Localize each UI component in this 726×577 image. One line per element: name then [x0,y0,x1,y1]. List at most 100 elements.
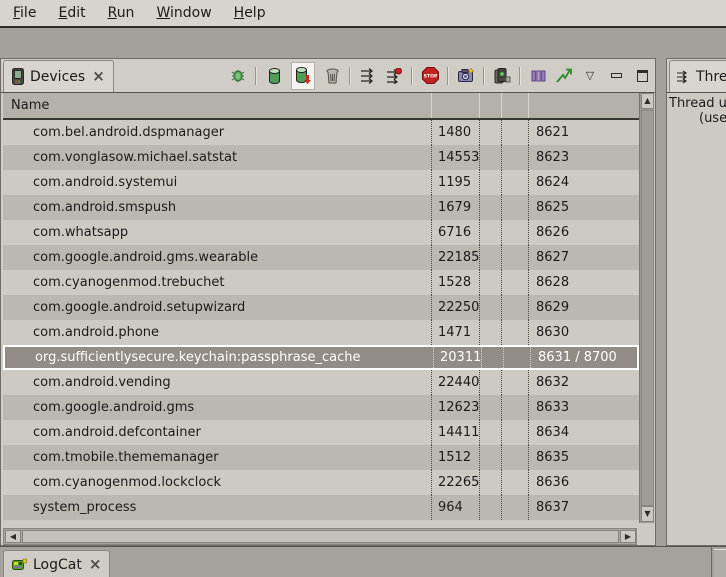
start-method-profiling-icon[interactable] [385,67,403,85]
table-row[interactable]: com.android.systemui11958624 [3,170,639,195]
minimize-icon[interactable] [607,67,625,85]
debug-icon[interactable] [229,67,247,85]
table-row[interactable]: com.android.defcontainer144118634 [3,420,639,445]
column-header-pid[interactable] [431,93,479,118]
menu-item-window[interactable]: Window [145,2,222,24]
cell-c4 [501,220,528,245]
cell-c4 [501,120,528,145]
table-row[interactable]: com.android.phone14718630 [3,320,639,345]
menu-item-file[interactable]: File [2,2,47,24]
horizontal-scrollbar-thumb[interactable] [22,530,619,543]
cell-c3 [479,270,501,295]
menu-item-run[interactable]: Run [97,2,146,24]
cell-pid: 12623 [431,395,479,420]
tab-devices[interactable]: Devices × [3,60,114,92]
table-row[interactable]: com.google.android.gms126238633 [3,395,639,420]
close-icon[interactable]: × [92,69,105,84]
cell-c3 [479,320,501,345]
vertical-scrollbar[interactable]: ▲ ▼ [639,93,654,523]
stop-process-icon[interactable]: STOP [421,67,439,85]
sysinfo-icon[interactable] [529,67,547,85]
cell-pid: 22185 [431,245,479,270]
toolbar-separator [519,67,521,85]
table-row[interactable]: com.android.vending224408632 [3,370,639,395]
cell-c3 [479,245,501,270]
update-heap-icon[interactable] [265,67,283,85]
cell-name: com.android.phone [3,320,431,345]
tab-threads[interactable]: Threads [669,60,726,92]
table-row[interactable]: com.android.smspush1679 8625 [3,195,639,220]
logcat-icon [12,558,27,571]
column-header-empty2[interactable] [501,93,528,118]
table-row[interactable]: com.google.android.gms.wearable221858627 [3,245,639,270]
cell-c3 [479,495,501,520]
table-row[interactable]: system_process9648637 [3,495,639,520]
cell-port: 8623 [528,145,639,170]
menu-item-edit[interactable]: Edit [47,2,96,24]
cell-c3 [479,395,501,420]
close-icon[interactable]: × [89,557,102,572]
update-threads-icon[interactable] [359,67,377,85]
cell-name: system_process [3,495,431,520]
toolbar-separator [255,67,257,85]
cell-port: 8631 / 8700 [530,347,640,368]
tab-logcat[interactable]: LogCat × [3,550,110,577]
scroll-down-icon[interactable]: ▼ [641,506,654,522]
cell-pid: 6716 [431,220,479,245]
cell-port: 8633 [528,395,639,420]
table-row[interactable]: com.whatsapp6716 8626 [3,220,639,245]
scroll-right-icon[interactable]: ▶ [620,530,636,543]
table-row[interactable]: com.vonglasow.michael.satstat145538623 [3,145,639,170]
cell-c3 [479,220,501,245]
start-opengl-trace-icon[interactable] [555,67,573,85]
column-header-empty1[interactable] [479,93,501,118]
cell-port: 8626 [528,220,639,245]
cell-name: org.sufficientlysecure.keychain:passphra… [5,347,433,368]
table-row[interactable]: com.cyanogenmod.lockclock222658636 [3,470,639,495]
cell-name: com.android.smspush [3,195,431,220]
table-row[interactable]: com.cyanogenmod.trebuchet15288628 [3,270,639,295]
scroll-left-icon[interactable]: ◀ [5,530,21,543]
screen-capture-icon[interactable] [457,67,475,85]
table-row[interactable]: com.google.android.setupwizard222508629 [3,295,639,320]
cell-c4 [501,495,528,520]
vertical-scrollbar-thumb[interactable] [641,110,654,506]
threads-message-line2: (use toolbar button to enable) [667,111,726,126]
cell-pid: 22265 [431,470,479,495]
cell-name: com.google.android.setupwizard [3,295,431,320]
cell-pid: 1679 [431,195,479,220]
ddms-window: FileEditRunWindowHelp Devices × [0,0,726,577]
column-header-port[interactable] [528,93,639,118]
cell-name: com.whatsapp [3,220,431,245]
table-row[interactable]: com.tmobile.thememanager15128635 [3,445,639,470]
cell-c3 [479,170,501,195]
cell-name: com.android.vending [3,370,431,395]
cell-port: 8627 [528,245,639,270]
scroll-up-icon[interactable]: ▲ [641,93,654,109]
capture-device-ui-icon[interactable] [493,67,511,85]
table-row[interactable]: com.bel.android.dspmanager14808621 [3,120,639,145]
cell-c4 [501,145,528,170]
cell-pid: 20311 [433,347,481,368]
svg-text:STOP: STOP [423,74,437,80]
cell-pid: 1528 [431,270,479,295]
menu-item-help[interactable]: Help [223,2,277,24]
threads-content: Thread updates not enabled for selected … [667,93,726,545]
cell-name: com.android.systemui [3,170,431,195]
cell-c4 [503,347,530,368]
maximize-icon[interactable] [633,67,651,85]
column-header-name[interactable]: Name [3,93,431,118]
table-header[interactable]: Name [3,93,639,120]
cell-name: com.bel.android.dspmanager [3,120,431,145]
devices-toolbar: STOP [229,59,651,92]
cell-c3 [479,420,501,445]
dump-hprof-icon[interactable] [291,62,315,90]
table-row[interactable]: org.sufficientlysecure.keychain:passphra… [3,345,639,370]
logcat-tab-label: LogCat [33,557,82,573]
horizontal-scrollbar[interactable]: ◀ ▶ [3,528,637,545]
view-menu-icon[interactable]: ▽ [581,67,599,85]
cell-c4 [501,420,528,445]
cell-c4 [501,270,528,295]
cause-gc-trash-icon[interactable] [323,67,341,85]
cell-port: 8625 [528,195,639,220]
